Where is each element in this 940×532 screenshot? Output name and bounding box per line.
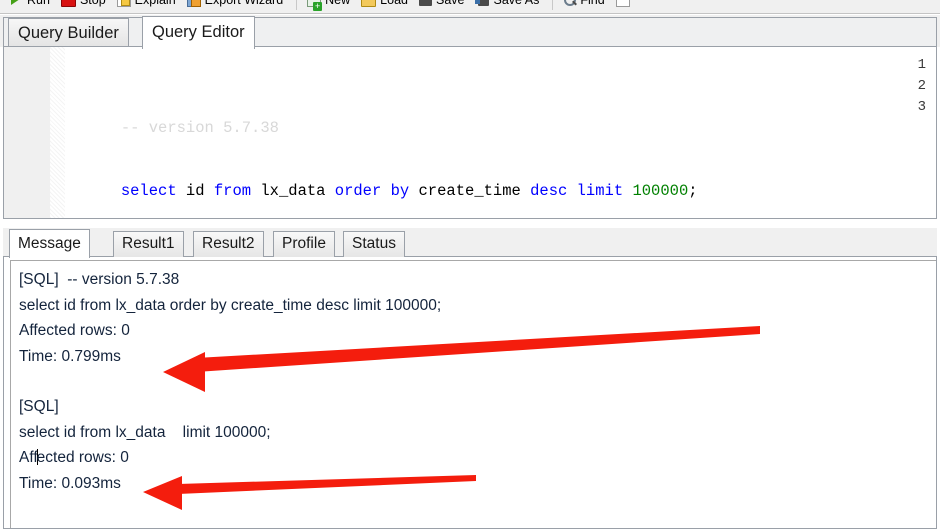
save-icon (419, 0, 432, 6)
affected-rows-post-caret: ected rows: 0 (37, 449, 129, 466)
toolbar-button-stop[interactable]: Stop (57, 0, 113, 9)
toolbar-button-save[interactable]: Save (415, 0, 472, 9)
tab-result1[interactable]: Result1 (113, 231, 184, 257)
code-token-comment: -- version 5.7.38 (121, 119, 279, 137)
message-block1-affected-rows: Affected rows: 0 (19, 318, 936, 344)
toolbar-label-load: Load (380, 0, 408, 7)
toolbar-label-stop: Stop (80, 0, 106, 7)
tab-result1-label: Result1 (122, 235, 175, 252)
save-as-icon (478, 0, 489, 6)
message-block1-sql: select id from lx_data order by create_t… (19, 293, 936, 319)
affected-rows-pre-caret: Aff (19, 449, 38, 466)
message-block2-time: Time: 0.093ms (19, 471, 936, 497)
toolbar-button-export-wizard[interactable]: Export Wizard (183, 0, 291, 9)
main-toolbar: Run Stop Explain Export Wizard New Load … (0, 0, 940, 14)
toolbar-label-explain: Explain (135, 0, 176, 7)
tab-query-editor-label: Query Editor (152, 23, 245, 41)
explain-icon (117, 0, 131, 7)
message-blank-line (19, 369, 936, 394)
message-block1-time: Time: 0.799ms (19, 344, 936, 370)
toolbar-button-load[interactable]: Load (357, 0, 415, 9)
toolbar-button-save-as[interactable]: Save As (471, 0, 546, 9)
code-token: select (121, 182, 177, 200)
load-icon (361, 0, 376, 7)
toolbar-label-save: Save (436, 0, 465, 7)
message-block1-header: [SQL] -- version 5.7.38 (19, 267, 936, 293)
tab-query-builder[interactable]: Query Builder (8, 18, 129, 48)
main-tab-strip: Query Builder Query Editor (0, 15, 940, 47)
code-token: ; (688, 182, 697, 200)
toolbar-separator-1 (296, 0, 297, 10)
editor-gutter (4, 47, 51, 218)
toolbar-label-run: Run (27, 0, 50, 7)
toolbar-label-save-as: Save As (493, 0, 539, 7)
toolbar-label-new: New (325, 0, 350, 7)
code-token: from (214, 182, 251, 200)
toolbar-label-find: Find (580, 0, 604, 7)
code-token: 100000 (632, 182, 688, 200)
code-line-1: -- version 5.7.38 (65, 97, 936, 118)
message-panel: [SQL] -- version 5.7.38 select id from l… (3, 257, 937, 529)
code-token: id (177, 182, 214, 200)
find-icon (563, 0, 576, 6)
toolbar-label-export-wizard: Export Wizard (205, 0, 284, 7)
tab-profile[interactable]: Profile (273, 231, 335, 257)
message-block2-sql: select id from lx_data limit 100000; (19, 420, 936, 446)
result-tab-strip: Message Result1 Result2 Profile Status (3, 228, 937, 257)
code-token: lx_data (251, 182, 335, 200)
code-token: order by (335, 182, 409, 200)
toolbar-button-new[interactable]: New (303, 0, 357, 9)
tab-profile-label: Profile (282, 235, 326, 252)
tab-result2[interactable]: Result2 (193, 231, 264, 257)
stop-icon (61, 0, 76, 7)
toolbar-button-find[interactable]: Find (559, 0, 611, 9)
message-block2-affected-rows: Affected rows: 0 (19, 445, 936, 471)
tab-status-label: Status (352, 235, 396, 252)
document-icon (616, 0, 630, 7)
editor-fold-strip (50, 47, 65, 218)
tab-query-builder-label: Query Builder (18, 24, 119, 42)
tab-result2-label: Result2 (202, 235, 255, 252)
new-icon (307, 0, 321, 7)
toolbar-button-run[interactable]: Run (4, 0, 57, 9)
tab-message[interactable]: Message (9, 229, 90, 258)
tab-status[interactable]: Status (343, 231, 405, 257)
export-wizard-icon (187, 0, 201, 7)
toolbar-button-explain[interactable]: Explain (113, 0, 183, 9)
toolbar-button-extra[interactable] (612, 0, 637, 9)
code-token: create_time (409, 182, 530, 200)
message-output-box[interactable]: [SQL] -- version 5.7.38 select id from l… (10, 260, 936, 528)
sql-editor-panel[interactable]: 1 2 3 -- version 5.7.38 select id from l… (3, 46, 937, 219)
editor-code-area[interactable]: -- version 5.7.38 select id from lx_data… (65, 47, 936, 218)
tab-query-editor[interactable]: Query Editor (142, 16, 255, 49)
message-block2-header: [SQL] (19, 394, 936, 420)
tab-message-label: Message (18, 235, 81, 252)
code-line-2: select id from lx_data order by create_t… (65, 160, 936, 181)
toolbar-separator-2 (552, 0, 553, 10)
run-icon (8, 0, 23, 7)
code-token: desc limit (530, 182, 623, 200)
